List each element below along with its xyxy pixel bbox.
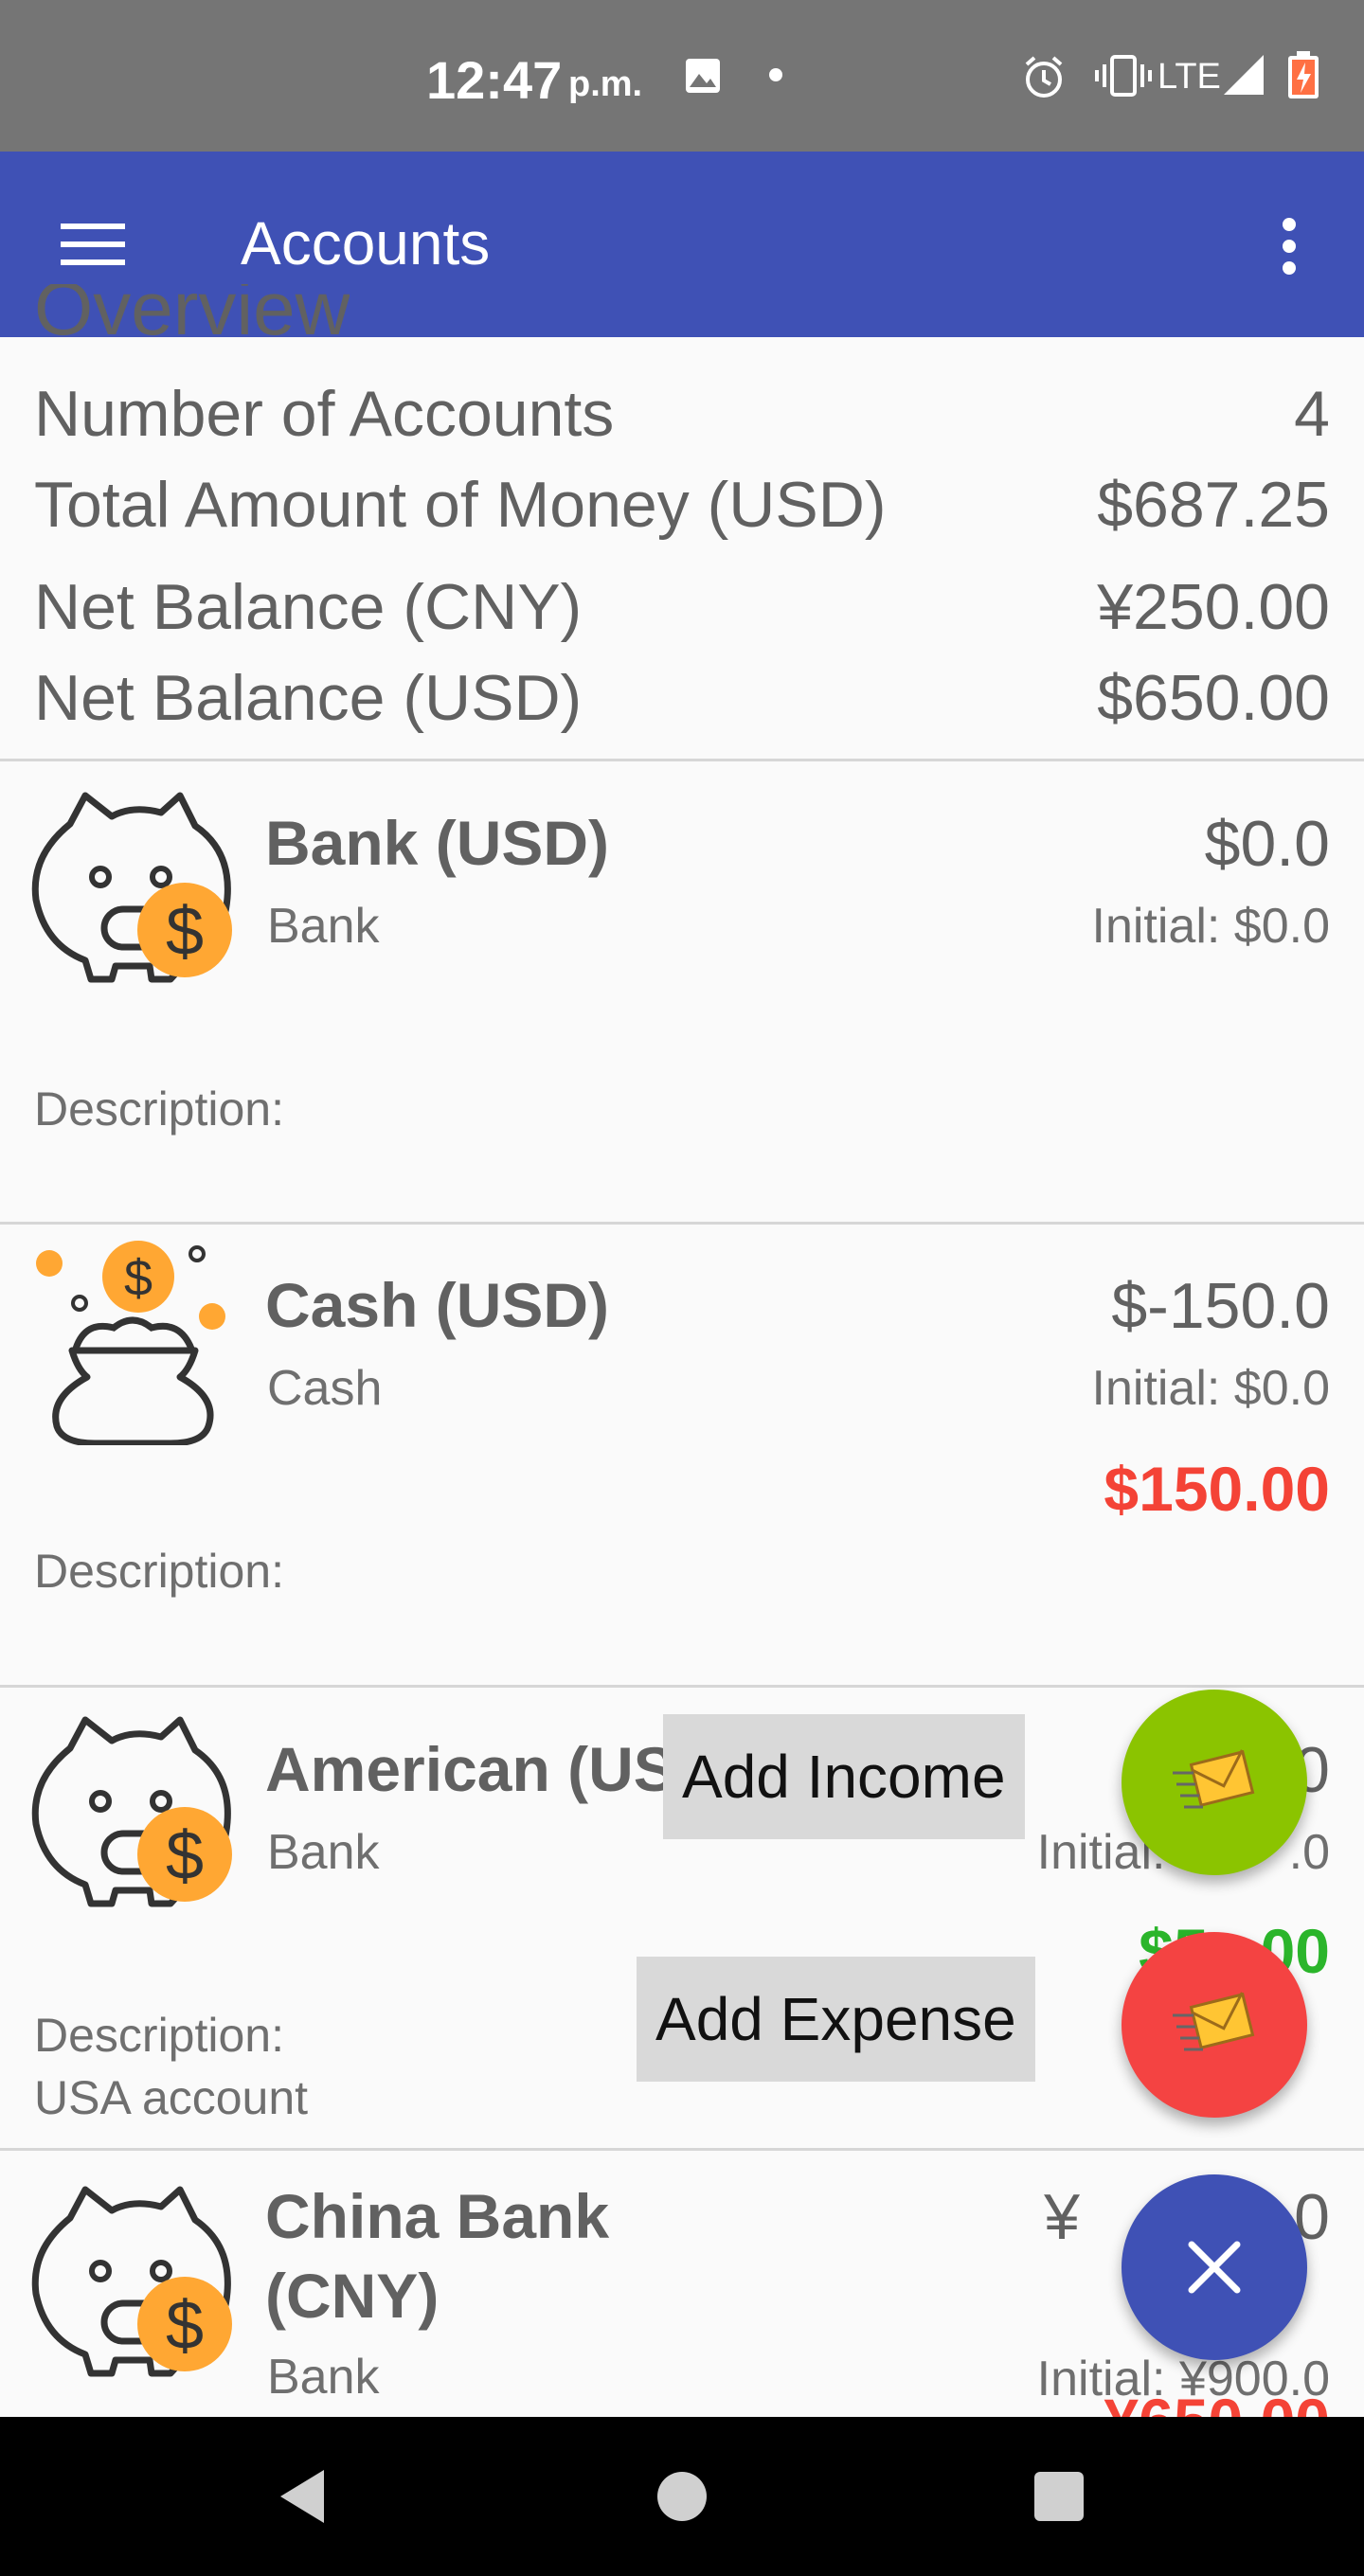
home-icon[interactable] xyxy=(657,2472,707,2521)
close-fab-button[interactable] xyxy=(1122,2174,1307,2360)
overview-label: Net Balance (CNY) xyxy=(34,571,583,643)
recents-icon[interactable] xyxy=(1034,2472,1084,2521)
add-income-button[interactable] xyxy=(1122,1690,1307,1875)
close-icon xyxy=(1188,2241,1241,2294)
signal-icon xyxy=(1224,55,1264,95)
add-income-label[interactable]: Add Income xyxy=(663,1714,1025,1839)
overview-heading: Overview xyxy=(34,284,350,337)
divider xyxy=(0,759,1364,761)
page-title: Accounts xyxy=(241,209,491,277)
piggy-bank-icon: $ xyxy=(31,1716,232,1907)
account-balance: $0.0 xyxy=(1204,808,1330,880)
svg-text:$: $ xyxy=(124,1250,153,1307)
divider xyxy=(0,1685,1364,1688)
overview-row: Net Balance (USD) $650.00 xyxy=(34,661,1330,737)
divider xyxy=(0,1222,1364,1225)
account-description-label: Description: xyxy=(34,2009,284,2062)
piggy-bank-icon: $ xyxy=(31,792,232,983)
svg-text:$: $ xyxy=(166,1818,204,1894)
account-name: American (US xyxy=(265,1734,675,1804)
alarm-icon xyxy=(1025,56,1063,98)
account-description-label: Description: xyxy=(34,1082,284,1136)
status-bar: 12:47 p.m. LTE xyxy=(0,0,1364,152)
overview-value: 4 xyxy=(1294,378,1330,450)
account-initial: Initial: $0.0 xyxy=(1091,899,1331,954)
dot-icon xyxy=(769,68,782,81)
piggy-bank-icon: $ xyxy=(31,2186,232,2377)
account-name: Cash (USD) xyxy=(265,1270,610,1340)
overview-label: Number of Accounts xyxy=(34,378,615,450)
overview-value: $687.25 xyxy=(1097,469,1330,541)
account-initial-suffix: .0 xyxy=(1288,1825,1330,1880)
svg-text:$: $ xyxy=(166,894,204,970)
vibrate-icon xyxy=(1095,55,1152,97)
money-pot-icon: $ xyxy=(36,1241,225,1445)
account-type: Cash xyxy=(267,1361,383,1416)
system-nav-bar xyxy=(0,2417,1364,2576)
account-name: Bank (USD) xyxy=(265,808,610,878)
account-balance: ¥ xyxy=(1044,2181,1080,2253)
account-description-label: Description: xyxy=(34,1545,284,1598)
account-type: Bank xyxy=(267,1825,380,1880)
overview-row: Number of Accounts 4 xyxy=(34,377,1330,453)
status-time: 12:47 xyxy=(426,50,563,110)
account-change: $150.00 xyxy=(1104,1454,1330,1524)
account-change: ¥650.00 xyxy=(1104,2385,1330,2417)
network-type: LTE xyxy=(1158,57,1221,97)
back-icon[interactable] xyxy=(277,2468,326,2525)
more-vert-icon[interactable] xyxy=(1283,218,1298,275)
overview-label: Net Balance (USD) xyxy=(34,662,583,734)
account-name-line1: China Bank xyxy=(265,2181,610,2251)
status-ampm: p.m. xyxy=(568,64,643,104)
overview-label: Total Amount of Money (USD) xyxy=(34,469,887,541)
svg-text:$: $ xyxy=(166,2288,204,2364)
overview-row: Net Balance (CNY) ¥250.00 xyxy=(34,570,1330,646)
account-description: USA account xyxy=(34,2071,309,2124)
income-envelope-icon xyxy=(1173,1749,1255,1809)
account-initial: Initial: $0.0 xyxy=(1091,1361,1331,1416)
overview-value: $650.00 xyxy=(1097,662,1330,734)
overview-row: Total Amount of Money (USD) $687.25 xyxy=(34,468,1330,544)
expense-envelope-icon xyxy=(1173,1992,1255,2051)
account-type: Bank xyxy=(267,899,380,954)
add-expense-button[interactable] xyxy=(1122,1932,1307,2118)
account-type: Bank xyxy=(267,2350,380,2405)
overview-value: ¥250.00 xyxy=(1097,571,1330,643)
image-icon xyxy=(686,59,720,93)
hamburger-menu-icon[interactable] xyxy=(61,224,125,265)
battery-charging-icon xyxy=(1288,51,1319,98)
account-name-line2: (CNY) xyxy=(265,2261,440,2331)
add-expense-label[interactable]: Add Expense xyxy=(637,1957,1035,2082)
account-balance: $-150.0 xyxy=(1111,1270,1330,1342)
